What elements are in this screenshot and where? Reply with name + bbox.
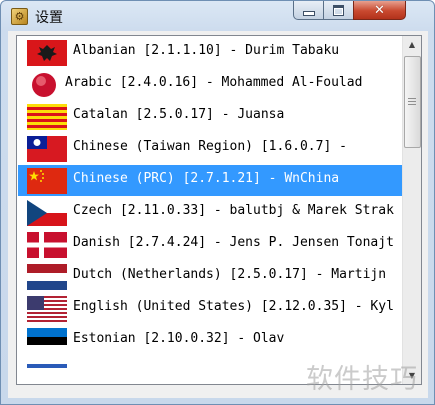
list-item[interactable]: Czech [2.11.0.33] - balutbj & Marek Stra… xyxy=(18,197,402,228)
vertical-scrollbar[interactable]: ▲ ▼ xyxy=(402,36,421,384)
list-item[interactable]: Albanian [2.1.1.10] - Durim Tabaku xyxy=(18,37,402,68)
list-item-label: Danish [2.7.4.24] - Jens P. Jensen Tonaj… xyxy=(73,235,394,250)
scroll-up-icon[interactable]: ▲ xyxy=(404,36,420,53)
minimize-icon xyxy=(302,11,315,16)
language-list[interactable]: Albanian [2.1.1.10] - Durim Tabaku Arabi… xyxy=(16,35,422,385)
list-item-label: Chinese (Taiwan Region) [1.6.0.7] - xyxy=(73,139,347,154)
list-item-label: Estonian [2.10.0.32] - Olav xyxy=(73,331,285,346)
denmark-flag-icon xyxy=(27,232,67,258)
list-item[interactable]: Arabic [2.4.0.16] - Mohammed Al-Foulad xyxy=(18,69,402,100)
list-item-label: English (United States) [2.12.0.35] - Ky… xyxy=(73,299,394,314)
czech-flag-icon xyxy=(27,200,67,226)
list-item[interactable]: Chinese (Taiwan Region) [1.6.0.7] - xyxy=(18,133,402,164)
list-item-label: Arabic [2.4.0.16] - Mohammed Al-Foulad xyxy=(65,75,363,90)
list-item-label: Albanian [2.1.1.10] - Durim Tabaku xyxy=(73,43,340,58)
estonia-flag-icon xyxy=(27,328,67,354)
client-area: Albanian [2.1.1.10] - Durim Tabaku Arabi… xyxy=(8,31,428,398)
list-item-label: Chinese (PRC) [2.7.1.21] - WnChina xyxy=(73,171,340,186)
list-item[interactable]: Estonian [2.10.0.32] - Olav xyxy=(18,325,402,356)
usa-flag-icon xyxy=(27,296,67,322)
taiwan-flag-icon xyxy=(27,136,67,162)
albania-flag-icon xyxy=(27,40,67,66)
maximize-button[interactable] xyxy=(323,1,354,20)
china-flag-icon xyxy=(27,168,67,194)
netherlands-flag-icon xyxy=(27,264,67,290)
grip-line xyxy=(408,101,416,102)
settings-window: ⚙ 设置 ✕ Albanian [2.1.1.10] - Durim Tabak… xyxy=(0,0,435,405)
list-item-selected[interactable]: Chinese (PRC) [2.7.1.21] - WnChina xyxy=(18,165,402,196)
list-item[interactable]: Catalan [2.5.0.17] - Juansa xyxy=(18,101,402,132)
minimize-button[interactable] xyxy=(293,1,324,20)
next-flag-icon xyxy=(27,360,67,384)
app-icon: ⚙ xyxy=(11,8,28,25)
list-item-label: Czech [2.11.0.33] - balutbj & Marek Stra… xyxy=(73,203,394,218)
scroll-thumb[interactable] xyxy=(404,56,421,148)
list-item[interactable]: English (United States) [2.12.0.35] - Ky… xyxy=(18,293,402,324)
close-icon: ✕ xyxy=(374,2,385,18)
grip-line xyxy=(408,104,416,105)
list-item[interactable]: Dutch (Netherlands) [2.5.0.17] - Martijn xyxy=(18,261,402,292)
watermark: 软件技巧 xyxy=(306,364,418,395)
arabic-flag-icon xyxy=(27,72,67,98)
maximize-icon xyxy=(333,4,344,16)
list-item[interactable]: Danish [2.7.4.24] - Jens P. Jensen Tonaj… xyxy=(18,229,402,260)
list-item-label: Catalan [2.5.0.17] - Juansa xyxy=(73,107,285,122)
title-bar[interactable]: ⚙ 设置 ✕ xyxy=(1,1,434,31)
window-title: 设置 xyxy=(35,10,63,26)
catalonia-flag-icon xyxy=(27,104,67,130)
grip-line xyxy=(408,98,416,99)
list-item-label: Dutch (Netherlands) [2.5.0.17] - Martijn xyxy=(73,267,387,282)
close-button[interactable]: ✕ xyxy=(353,1,406,20)
